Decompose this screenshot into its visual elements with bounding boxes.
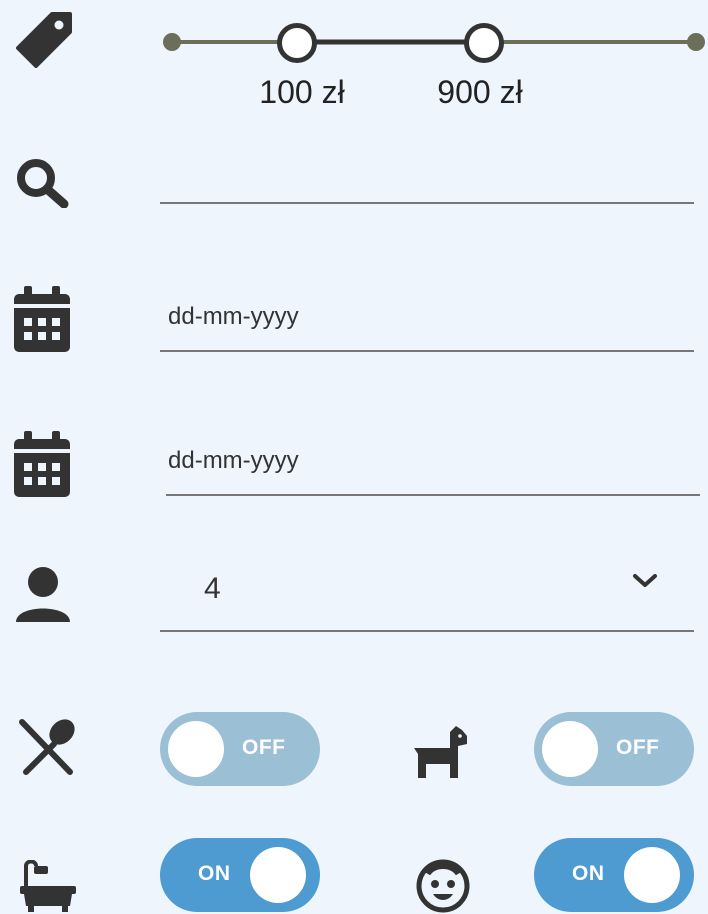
search-icon: [14, 158, 72, 208]
check-in-underline: [160, 350, 694, 352]
pets-toggle[interactable]: OFF: [534, 712, 694, 786]
bathtub-icon: [20, 860, 78, 912]
price-max-label: 900 zł: [437, 74, 523, 110]
calendar-icon: [14, 286, 70, 352]
toggle-knob: [542, 721, 598, 777]
chevron-down-icon: [632, 572, 658, 590]
kids-toggle[interactable]: ON: [534, 838, 694, 912]
check-in-date-input[interactable]: dd-mm-yyyy: [160, 290, 694, 350]
kids-toggle-label: ON: [572, 862, 605, 885]
guests-value: 4: [204, 572, 221, 605]
pets-toggle-label: OFF: [616, 736, 660, 759]
price-min-label: 100 zł: [259, 74, 345, 110]
check-out-placeholder: dd-mm-yyyy: [168, 447, 299, 474]
person-icon: [14, 566, 72, 624]
check-out-date-input[interactable]: dd-mm-yyyy: [166, 434, 700, 494]
guests-underline: [160, 630, 694, 632]
restaurant-toggle-label: OFF: [242, 736, 286, 759]
price-max-handle[interactable]: [464, 23, 504, 63]
restaurant-icon: [16, 716, 78, 778]
search-input[interactable]: [160, 150, 694, 202]
check-out-underline: [166, 494, 700, 496]
calendar-icon: [14, 431, 70, 497]
guests-select[interactable]: 4: [160, 556, 694, 630]
restaurant-toggle[interactable]: OFF: [160, 712, 320, 786]
bath-toggle-label: ON: [198, 862, 231, 885]
toggle-knob: [168, 721, 224, 777]
bath-toggle[interactable]: ON: [160, 838, 320, 912]
toggle-knob: [250, 847, 306, 903]
search-underline: [160, 202, 694, 204]
price-range-slider[interactable]: [160, 18, 706, 68]
price-min-handle[interactable]: [277, 23, 317, 63]
dog-icon: [410, 726, 468, 780]
child-face-icon: [414, 858, 472, 914]
toggle-knob: [624, 847, 680, 903]
tag-icon: [14, 12, 72, 68]
check-in-placeholder: dd-mm-yyyy: [168, 303, 299, 330]
